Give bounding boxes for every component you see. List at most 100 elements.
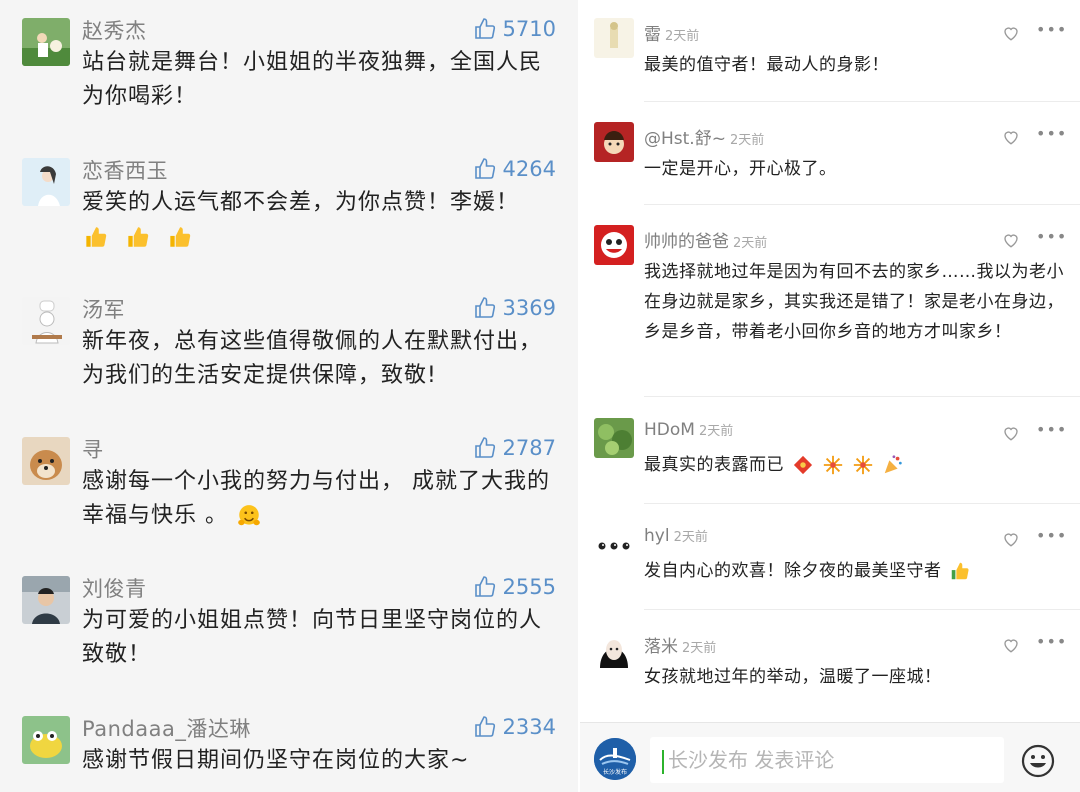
more-options-icon[interactable]: ••• <box>1036 632 1067 651</box>
heart-icon[interactable] <box>1002 530 1020 548</box>
more-options-icon[interactable]: ••• <box>1036 20 1067 39</box>
heart-icon[interactable] <box>1002 128 1020 146</box>
comment-meta: 帅帅的爸爸 2天前 <box>644 227 767 252</box>
comment-item: 落米 2天前 ••• 女孩就地过年的举动，温暖了一座城！ <box>580 612 1080 716</box>
comment-text-content: 感谢每一个小我的努力与付出， 成就了大我的幸福与快乐 。 <box>82 469 550 528</box>
like-button[interactable]: 4264 <box>473 154 556 184</box>
firework-emoji <box>823 455 842 475</box>
comment-meta: 落米 2天前 <box>644 632 716 657</box>
avatar[interactable] <box>22 716 70 764</box>
heart-icon[interactable] <box>1002 424 1020 442</box>
red-packet-emoji <box>793 455 812 475</box>
like-button[interactable]: 3369 <box>473 293 556 323</box>
thumbs-up-emoji <box>170 227 191 247</box>
heart-icon[interactable] <box>1002 24 1020 42</box>
comment-text: 最真实的表露而已 <box>644 450 1064 480</box>
comment-text-content: 爱笑的人运气都不会差，为你点赞！李媛！ <box>82 190 520 215</box>
avatar[interactable] <box>22 158 70 206</box>
comment-author[interactable]: Pandaaa_潘达琳 <box>82 713 251 743</box>
comment-text: 我选择就地过年是因为有回不去的家乡……我以为老小在身边就是家乡，其实我还是错了！… <box>644 262 1064 342</box>
emoji-icon[interactable] <box>1020 743 1056 779</box>
comment-text: 发自内心的欢喜！除夕夜的最美坚守者 <box>644 556 1064 586</box>
comment-meta: hyl 2天前 <box>644 526 708 546</box>
heart-icon[interactable] <box>1002 231 1020 249</box>
comment-meta: 霤 2天前 <box>644 20 699 45</box>
comment-text: 站台就是舞台！小姐姐的半夜独舞，全国人民为你喝彩！ <box>82 50 543 109</box>
avatar[interactable] <box>594 418 634 458</box>
more-options-icon[interactable]: ••• <box>1036 420 1067 439</box>
comment-author[interactable]: 赵秀杰 <box>82 15 147 45</box>
like-count: 3369 <box>502 296 556 320</box>
comment-author[interactable]: 霤 <box>644 25 661 45</box>
comment-text-content: 发自内心的欢喜！除夕夜的最美坚守者 <box>644 561 942 581</box>
left-comment-panel: 赵秀杰 5710 站台就是舞台！小姐姐的半夜独舞，全国人民为你喝彩！ 恋香西玉 … <box>0 0 578 792</box>
comment-author[interactable]: 寻 <box>82 434 104 464</box>
comment-author[interactable]: 汤军 <box>82 294 125 324</box>
comment-author[interactable]: 恋香西玉 <box>82 155 168 185</box>
divider <box>644 396 1080 397</box>
comment-time: 2天前 <box>665 29 700 44</box>
comment-author[interactable]: HDoM <box>644 420 695 440</box>
comment-time: 2天前 <box>673 530 708 545</box>
thumbs-up-emoji <box>952 562 969 580</box>
avatar[interactable] <box>22 297 70 345</box>
avatar[interactable] <box>594 122 634 162</box>
thumbs-up-icon <box>474 437 495 458</box>
avatar[interactable] <box>22 576 70 624</box>
comment-item: 刘俊青 2555 为可爱的小姐姐点赞！向节日里坚守岗位的人致敬！ <box>0 558 578 688</box>
like-button[interactable]: 2787 <box>473 433 556 463</box>
comment-text: 感谢每一个小我的努力与付出， 成就了大我的幸福与快乐 。 <box>82 465 552 533</box>
comment-author[interactable]: @Hst.舒~ <box>644 129 726 149</box>
divider <box>644 204 1080 205</box>
like-count: 5710 <box>502 17 556 41</box>
comment-item: 帅帅的爸爸 2天前 ••• 我选择就地过年是因为有回不去的家乡……我以为老小在身边… <box>580 207 1080 397</box>
thumbs-up-icon <box>474 576 495 597</box>
divider <box>644 101 1080 102</box>
account-logo[interactable]: 长沙发布 <box>594 738 636 780</box>
comment-text: 感谢节假日期间仍坚守在岗位的大家~ <box>82 748 470 773</box>
comment-time: 2天前 <box>733 236 768 251</box>
avatar[interactable] <box>594 630 634 670</box>
comment-input-bar: 长沙发布 长沙发布 发表评论 <box>580 722 1080 792</box>
comment-text: 新年夜，总有这些值得敬佩的人在默默付出，为我们的生活安定提供保障，致敬! <box>82 329 543 388</box>
avatar[interactable] <box>594 524 634 564</box>
like-button[interactable]: 2334 <box>473 712 556 742</box>
comment-author[interactable]: 刘俊青 <box>82 573 147 603</box>
avatar[interactable] <box>22 437 70 485</box>
comment-item: hyl 2天前 ••• 发自内心的欢喜！除夕夜的最美坚守者 <box>580 506 1080 610</box>
right-comment-panel: 霤 2天前 ••• 最美的值守者！最动人的身影！ @Hst.舒~ 2天前 ••• 一… <box>580 0 1080 792</box>
avatar[interactable] <box>594 18 634 58</box>
comment-item: 霤 2天前 ••• 最美的值守者！最动人的身影！ <box>580 0 1080 102</box>
like-count: 2555 <box>502 575 556 599</box>
thumbs-up-icon <box>474 716 495 737</box>
firework-emoji <box>853 455 872 475</box>
like-count: 4264 <box>502 157 556 181</box>
more-options-icon[interactable]: ••• <box>1036 526 1067 545</box>
thumbs-up-icon <box>474 158 495 179</box>
comment-item: @Hst.舒~ 2天前 ••• 一定是开心，开心极了。 <box>580 104 1080 206</box>
avatar[interactable] <box>22 18 70 66</box>
like-button[interactable]: 2555 <box>473 572 556 602</box>
comment-item: 寻 2787 感谢每一个小我的努力与付出， 成就了大我的幸福与快乐 。 <box>0 419 578 549</box>
comment-text: 最美的值守者！最动人的身影！ <box>644 55 889 75</box>
avatar[interactable] <box>594 225 634 265</box>
comment-author[interactable]: 落米 <box>644 637 678 657</box>
comment-item: 赵秀杰 5710 站台就是舞台！小姐姐的半夜独舞，全国人民为你喝彩！ <box>0 0 578 130</box>
comment-item: HDoM 2天前 ••• 最真实的表露而已 <box>580 400 1080 504</box>
comment-text: 一定是开心，开心极了。 <box>644 159 837 179</box>
party-popper-emoji <box>884 455 902 474</box>
more-options-icon[interactable]: ••• <box>1036 227 1067 246</box>
comment-author[interactable]: hyl <box>644 526 670 546</box>
logo-text: 长沙发布 <box>603 768 627 776</box>
comment-item: 恋香西玉 4264 爱笑的人运气都不会差，为你点赞！李媛！ <box>0 140 578 270</box>
comment-author[interactable]: 帅帅的爸爸 <box>644 232 729 252</box>
more-options-icon[interactable]: ••• <box>1036 124 1067 143</box>
thumbs-up-icon <box>474 297 495 318</box>
heart-icon[interactable] <box>1002 636 1020 654</box>
thumbs-up-icon <box>474 18 495 39</box>
like-button[interactable]: 5710 <box>473 14 556 44</box>
thumbs-up-emoji <box>86 227 107 247</box>
comment-input[interactable]: 长沙发布 发表评论 <box>650 737 1004 783</box>
like-count: 2334 <box>502 715 556 739</box>
divider <box>644 503 1080 504</box>
